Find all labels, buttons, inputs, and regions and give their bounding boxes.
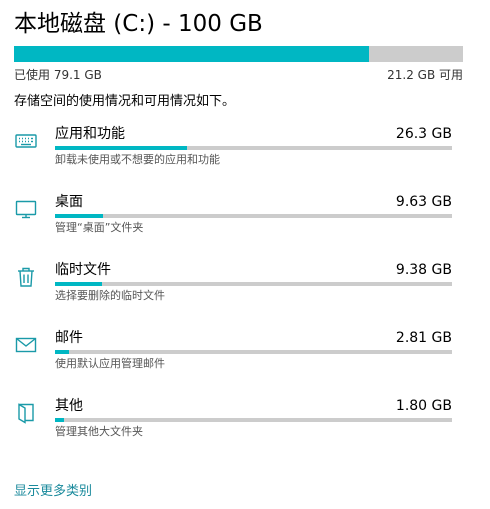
category-mail[interactable]: 邮件 2.81 GB 使用默认应用管理邮件 bbox=[14, 328, 463, 396]
category-bar bbox=[55, 350, 452, 354]
used-space-label: 已使用 79.1 GB bbox=[14, 68, 102, 82]
category-size: 1.80 GB bbox=[395, 398, 452, 414]
show-more-categories-link[interactable]: 显示更多类别 bbox=[14, 480, 92, 499]
usage-legend: 已使用 79.1 GB 21.2 GB 可用 bbox=[14, 66, 463, 84]
keyboard-icon bbox=[14, 129, 38, 153]
category-bar bbox=[55, 418, 452, 422]
category-bar-fill bbox=[55, 418, 65, 422]
category-name: 邮件 bbox=[55, 330, 83, 346]
category-size: 26.3 GB bbox=[395, 126, 452, 142]
category-bar bbox=[55, 146, 452, 150]
category-description: 管理“桌面”文件夹 bbox=[55, 221, 144, 234]
category-bar-fill bbox=[55, 282, 103, 286]
category-bar bbox=[55, 282, 452, 286]
category-description: 卸载未使用或不想要的应用和功能 bbox=[55, 153, 220, 166]
category-name: 临时文件 bbox=[55, 262, 111, 278]
category-name: 应用和功能 bbox=[55, 126, 125, 142]
category-size: 9.38 GB bbox=[395, 262, 452, 278]
monitor-icon bbox=[14, 197, 38, 221]
category-name: 桌面 bbox=[55, 194, 83, 210]
category-name: 其他 bbox=[55, 398, 83, 414]
storage-page: 本地磁盘 (C:) - 100 GB 已使用 79.1 GB 21.2 GB 可… bbox=[0, 0, 490, 509]
folder-icon bbox=[14, 401, 38, 425]
page-title: 本地磁盘 (C:) - 100 GB bbox=[14, 11, 263, 37]
category-list: 应用和功能 26.3 GB 卸载未使用或不想要的应用和功能 桌面 9.63 GB… bbox=[14, 124, 463, 464]
category-other[interactable]: 其他 1.80 GB 管理其他大文件夹 bbox=[14, 396, 463, 464]
category-apps[interactable]: 应用和功能 26.3 GB 卸载未使用或不想要的应用和功能 bbox=[14, 124, 463, 192]
category-size: 2.81 GB bbox=[395, 330, 452, 346]
category-description: 选择要删除的临时文件 bbox=[55, 289, 165, 302]
category-bar-fill bbox=[55, 146, 188, 150]
category-bar bbox=[55, 214, 452, 218]
category-bar-fill bbox=[55, 214, 104, 218]
total-usage-fill bbox=[14, 46, 370, 62]
total-usage-bar bbox=[14, 46, 463, 62]
category-temp-files[interactable]: 临时文件 9.38 GB 选择要删除的临时文件 bbox=[14, 260, 463, 328]
category-description: 管理其他大文件夹 bbox=[55, 425, 143, 438]
intro-text: 存储空间的使用情况和可用情况如下。 bbox=[14, 94, 236, 109]
category-description: 使用默认应用管理邮件 bbox=[55, 357, 165, 370]
category-bar-fill bbox=[55, 350, 70, 354]
free-space-label: 21.2 GB 可用 bbox=[387, 68, 463, 82]
trash-icon bbox=[14, 265, 38, 289]
mail-icon bbox=[14, 333, 38, 357]
category-size: 9.63 GB bbox=[395, 194, 452, 210]
category-desktop[interactable]: 桌面 9.63 GB 管理“桌面”文件夹 bbox=[14, 192, 463, 260]
